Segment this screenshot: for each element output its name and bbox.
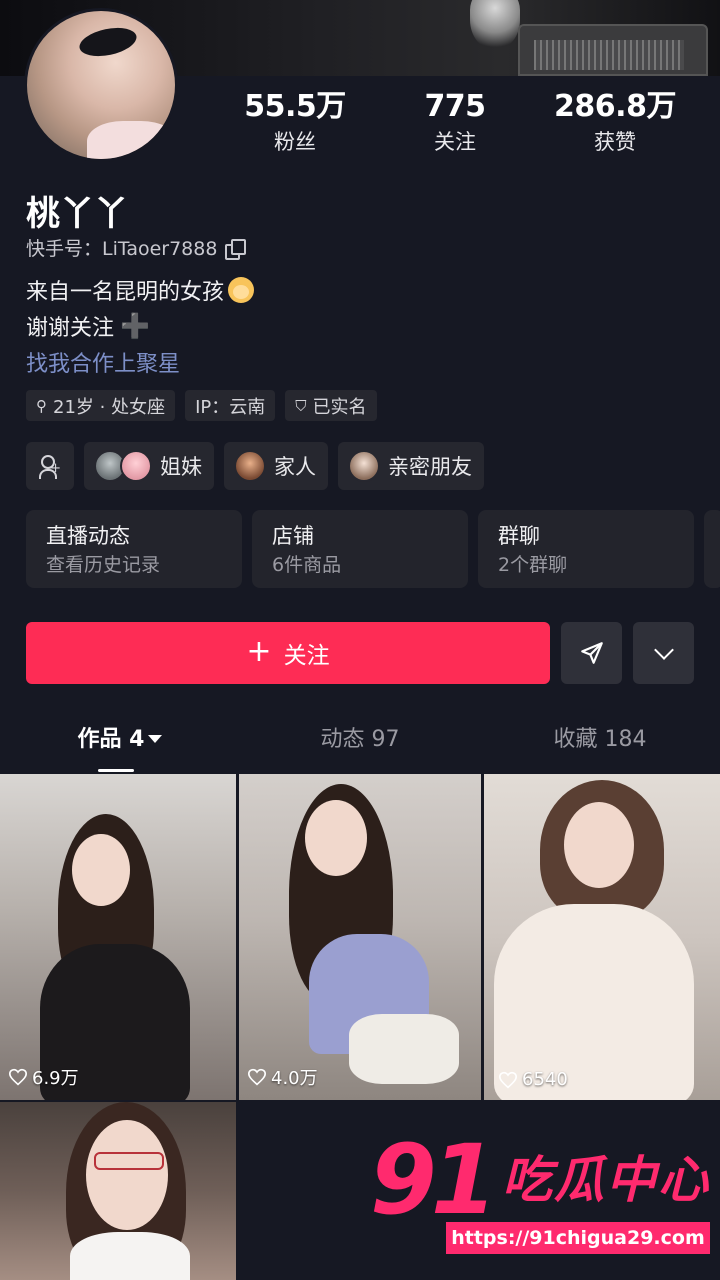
tab-favorites-label: 收藏 184 xyxy=(553,727,647,752)
content-tabs: 作品 4 动态 97 收藏 184 xyxy=(0,716,720,772)
bio-line-1-text: 来自一名昆明的女孩 xyxy=(26,280,225,305)
stat-following[interactable]: 775 关注 xyxy=(375,88,535,158)
add-friend-button[interactable]: + xyxy=(26,442,74,490)
tag-ip: IP：云南 xyxy=(185,390,276,421)
girl-emoji-icon xyxy=(228,277,255,303)
tab-moments-label: 动态 97 xyxy=(320,727,400,752)
shield-check-icon: ⛉ xyxy=(295,396,307,415)
stat-likes[interactable]: 286.8万 获赞 xyxy=(535,88,695,158)
card-title: 群聊 xyxy=(498,524,540,548)
tab-works[interactable]: 作品 4 xyxy=(0,716,240,772)
work-likes-count: 6.9万 xyxy=(32,1068,79,1089)
thumbnail-image xyxy=(239,774,481,1100)
thumbnail-image xyxy=(0,774,236,1100)
card-title: 店铺 xyxy=(272,524,314,548)
stat-likes-label: 获赞 xyxy=(594,130,636,154)
person-add-icon: + xyxy=(39,455,61,479)
card-shop[interactable]: 店铺 6件商品 xyxy=(252,510,468,588)
relation-avatar xyxy=(234,450,266,482)
relation-family-label: 家人 xyxy=(274,455,316,479)
work-likes: 6540 xyxy=(498,1069,568,1090)
relation-close-friends[interactable]: 亲密朋友 xyxy=(338,442,484,490)
follow-button-label: 关注 xyxy=(283,643,330,669)
more-options-button[interactable] xyxy=(633,622,694,684)
chevron-down-icon xyxy=(653,640,674,660)
work-likes: 6.9万 xyxy=(8,1064,79,1090)
profile-stats: 55.5万 粉丝 775 关注 286.8万 获赞 xyxy=(200,88,710,158)
work-thumbnail[interactable] xyxy=(0,1102,236,1280)
work-likes-count: 6540 xyxy=(522,1069,568,1090)
tag-age: ⚲ 21岁 · 处女座 xyxy=(26,390,176,421)
work-likes-count: 4.0万 xyxy=(271,1068,318,1089)
kuaishou-id: 快手号：LiTaoer7888 xyxy=(26,234,247,261)
relations-row: + 姐妹 家人 亲密朋友 xyxy=(26,442,484,490)
card-overflow[interactable] xyxy=(704,510,720,588)
relation-family[interactable]: 家人 xyxy=(224,442,328,490)
tag-age-text: 21岁 · 处女座 xyxy=(53,396,166,418)
stat-following-value: 775 xyxy=(424,89,486,124)
stat-following-label: 关注 xyxy=(434,130,476,154)
work-thumbnail[interactable]: 4.0万 xyxy=(239,774,481,1100)
cover-radio-object xyxy=(518,24,708,76)
tag-verified-text: 已实名 xyxy=(312,396,367,418)
card-subtitle: 6件商品 xyxy=(272,554,342,576)
work-thumbnail[interactable]: 6.9万 xyxy=(0,774,236,1100)
relation-sisters-label: 姐妹 xyxy=(160,455,202,479)
cover-decoration xyxy=(470,0,520,50)
card-title: 直播动态 xyxy=(46,524,130,548)
avatar[interactable] xyxy=(24,8,178,162)
copy-icon[interactable] xyxy=(225,238,247,260)
bio-link[interactable]: 找我合作上聚星 xyxy=(26,346,180,378)
relation-close-friends-label: 亲密朋友 xyxy=(388,455,472,479)
card-subtitle: 2个群聊 xyxy=(498,554,568,576)
thumbnail-image xyxy=(0,1102,236,1280)
relation-sisters[interactable]: 姐妹 xyxy=(84,442,214,490)
avatar-sunglasses xyxy=(76,23,140,61)
watermark-number: 91 xyxy=(370,1124,498,1236)
search-icon: ⚲ xyxy=(36,396,47,415)
plus-emoji-icon: ➕ xyxy=(120,312,150,340)
card-group-chat[interactable]: 群聊 2个群聊 xyxy=(478,510,694,588)
watermark-url: https://91chigua29.com xyxy=(446,1222,710,1254)
work-thumbnail[interactable]: 6540 xyxy=(484,774,720,1100)
heart-icon xyxy=(498,1071,518,1088)
tab-works-label: 作品 4 xyxy=(77,727,145,752)
heart-icon xyxy=(8,1068,28,1086)
thumbnail-image xyxy=(484,774,720,1100)
follow-button[interactable]: + 关注 xyxy=(26,622,550,684)
stat-fans-value: 55.5万 xyxy=(244,89,346,124)
tag-ip-text: IP：云南 xyxy=(195,396,266,418)
card-live-history[interactable]: 直播动态 查看历史记录 xyxy=(26,510,242,588)
heart-icon xyxy=(247,1068,267,1086)
stat-fans[interactable]: 55.5万 粉丝 xyxy=(215,88,375,158)
tab-moments[interactable]: 动态 97 xyxy=(240,716,480,772)
bio-line-1: 来自一名昆明的女孩 xyxy=(26,274,255,306)
avatar-shirt xyxy=(87,121,175,159)
work-likes: 4.0万 xyxy=(247,1064,318,1090)
caret-down-icon xyxy=(148,734,163,743)
site-watermark-logo: 91 吃瓜中心 https://91chigua29.com xyxy=(370,1130,710,1254)
stat-fans-label: 粉丝 xyxy=(274,130,316,154)
relation-avatar xyxy=(348,450,380,482)
feature-cards: 直播动态 查看历史记录 店铺 6件商品 群聊 2个群聊 xyxy=(26,510,720,588)
tag-verified: ⛉ 已实名 xyxy=(285,390,377,421)
send-icon xyxy=(580,642,603,664)
kuaishou-id-text: 快手号：LiTaoer7888 xyxy=(26,238,218,260)
relation-avatar xyxy=(120,450,152,482)
tab-favorites[interactable]: 收藏 184 xyxy=(480,716,720,772)
profile-tags: ⚲ 21岁 · 处女座 IP：云南 ⛉ 已实名 xyxy=(26,390,377,421)
bio-line-2-text: 谢谢关注 xyxy=(26,316,115,341)
profile-name: 桃丫丫 xyxy=(26,194,128,234)
watermark-title: 吃瓜中心 xyxy=(502,1151,710,1209)
card-subtitle: 查看历史记录 xyxy=(46,554,161,576)
bio-line-2: 谢谢关注 ➕ xyxy=(26,310,150,342)
plus-icon: + xyxy=(246,633,272,669)
message-button[interactable] xyxy=(561,622,622,684)
stat-likes-value: 286.8万 xyxy=(554,89,676,124)
